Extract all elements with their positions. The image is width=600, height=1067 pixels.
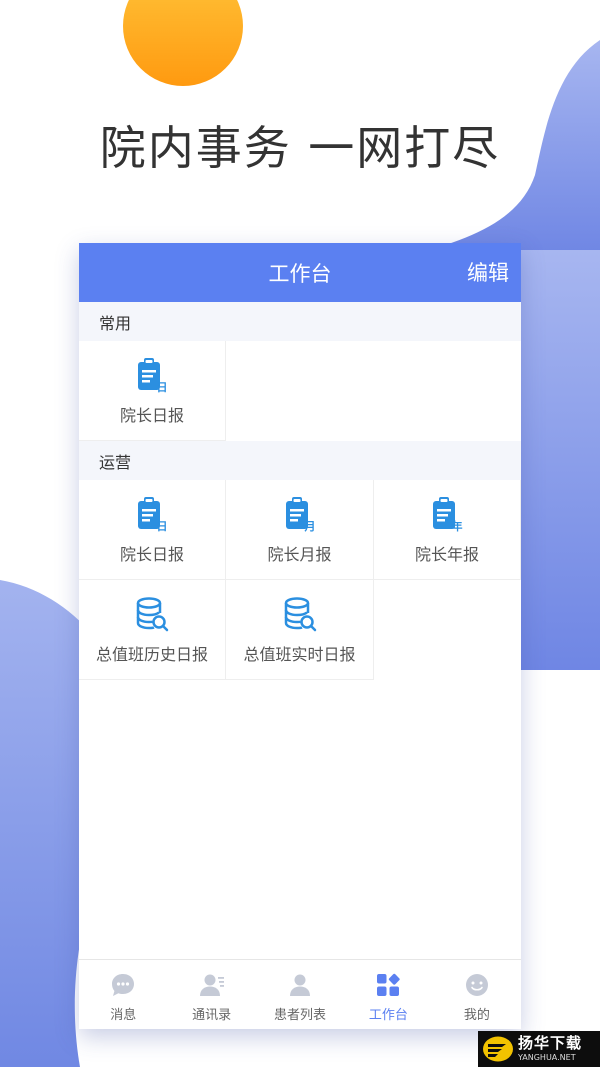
tab-label: 我的 [463,1008,490,1023]
clipboard-month-icon: 月 [285,496,315,533]
section-header-operations: 运营 [79,441,521,480]
tab-label: 通讯录 [192,1008,232,1023]
common-grid: 日 院长日报 [79,341,521,441]
section-header-common: 常用 [79,302,521,341]
tile-duty-realtime-daily[interactable]: 总值班实时日报 [226,580,374,680]
watermark-cn: 扬华下载 [518,1034,583,1052]
database-search-icon [136,596,169,631]
tab-label: 工作台 [368,1008,408,1023]
contacts-icon [199,974,224,996]
page-title: 工作台 [268,261,332,286]
tile-director-yearly[interactable]: 年 院长年报 [374,480,521,580]
watermark-en: YANGHUA.NET [518,1053,576,1062]
svg-text:年: 年 [452,519,463,533]
tile-label: 院长年报 [414,544,479,564]
person-icon [290,974,311,996]
headline: 院内事务 一网打尽 [99,121,501,175]
tile-label: 总值班历史日报 [95,644,208,664]
smile-icon [465,974,488,996]
svg-text:日: 日 [157,520,168,533]
tab-label: 患者列表 [274,1008,327,1023]
tab-workbench[interactable]: 工作台 [344,960,432,1029]
clipboard-day-icon: 日 [138,357,168,394]
phone-screen: 工作台 编辑 常用 日 院长日报 运营 日 院长日报 月 院长月报 年 院长年报… [79,243,521,1029]
operations-grid: 日 院长日报 月 院长月报 年 院长年报 总值班历史日报 总值班实时日报 [79,480,521,680]
watermark-text: 扬华下载 YANGHUA.NET [518,1036,582,1062]
tile-director-daily-common[interactable]: 日 院长日报 [79,341,226,441]
edit-button[interactable]: 编辑 [467,257,509,287]
tab-label: 消息 [110,1008,137,1023]
tile-label: 院长日报 [119,544,184,564]
svg-text:月: 月 [303,520,315,533]
watermark-logo-icon [483,1036,513,1062]
top-bar: 工作台 编辑 [79,243,521,302]
grid-icon [377,973,401,996]
tile-label: 院长日报 [119,405,184,425]
clipboard-day-icon: 日 [138,496,168,533]
bottom-tab-bar: 消息 通讯录 患者列表 工作台 我的 [79,959,521,1029]
tile-director-daily[interactable]: 日 院长日报 [79,480,226,580]
tile-duty-history-daily[interactable]: 总值班历史日报 [79,580,226,680]
clipboard-year-icon: 年 [433,496,463,533]
empty-tile [374,580,521,680]
tab-profile[interactable]: 我的 [433,960,521,1029]
tile-label: 院长月报 [267,544,332,564]
empty-tile [226,341,374,441]
tile-director-monthly[interactable]: 月 院长月报 [226,480,374,580]
watermark-badge: 扬华下载 YANGHUA.NET [478,1031,600,1067]
tab-contacts[interactable]: 通讯录 [167,960,255,1029]
tab-messages[interactable]: 消息 [79,960,167,1029]
chat-icon [112,974,135,996]
tile-label: 总值班实时日报 [243,644,356,664]
tab-patient-list[interactable]: 患者列表 [256,960,344,1029]
orange-circle-decoration [123,0,243,86]
database-search-icon [284,596,316,631]
svg-text:日: 日 [157,381,168,394]
